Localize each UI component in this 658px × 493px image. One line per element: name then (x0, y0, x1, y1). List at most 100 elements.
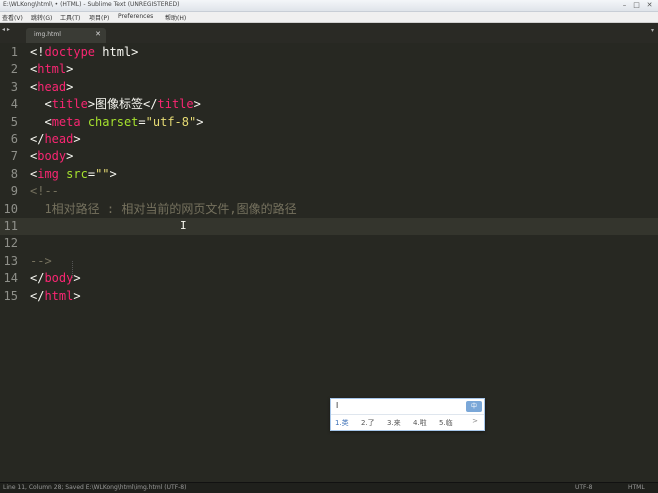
code-line[interactable]: 9 <!-- (0, 183, 658, 200)
code-token: = (138, 114, 146, 129)
code-line[interactable]: 2 <html> (0, 61, 658, 78)
ime-candidate[interactable]: 3.来 (387, 418, 401, 428)
tab-img-html[interactable]: img.html ✕ (26, 28, 106, 43)
code-token: > (73, 271, 81, 286)
code-token: <!-- (30, 184, 59, 199)
tab-scroll-arrows-icon[interactable]: ◂ ▸ (2, 26, 10, 33)
status-encoding[interactable]: UTF-8 (575, 484, 593, 491)
code-line[interactable]: 7 <body> (0, 148, 658, 165)
line-number: 13 (3, 253, 18, 268)
code-token: </ (30, 271, 45, 286)
line-number: 10 (3, 201, 18, 216)
code-line[interactable]: 15 </html> (0, 288, 658, 305)
code-text: 1相对路径 : 相对当前的网页文件,图像的路径 (30, 201, 297, 218)
text-cursor-icon: I (180, 219, 187, 232)
code-token: meta (51, 114, 81, 129)
code-line[interactable]: 5 <meta charset="utf-8"> (0, 114, 658, 131)
line-number: 11 (3, 219, 18, 233)
code-token: < (30, 97, 52, 112)
ime-candidate-window: l 中 1.类 2.了 3.来 4.啦 5.临 > (330, 398, 485, 431)
code-text: </html> (30, 288, 81, 305)
code-token: <! (30, 45, 45, 59)
ime-input-text: l (336, 401, 339, 410)
status-position: Line 11, Column 28; Saved E:\WLKong\html… (3, 484, 187, 491)
code-token: charset (87, 114, 139, 129)
ime-candidate[interactable]: 1.类 (335, 418, 349, 428)
code-token: 1相对路径 : 相对当前的网页文件,图像的路径 (30, 201, 297, 216)
tab-bar: ◂ ▸ img.html ✕ ▾ (0, 23, 658, 43)
ime-candidate[interactable]: 5.临 (439, 418, 453, 428)
menu-view[interactable]: 查看(V) (2, 13, 23, 22)
window-titlebar: E:\WLKong\html\ • (HTML) - Sublime Text … (0, 0, 658, 12)
menu-preferences[interactable]: Preferences (118, 13, 153, 20)
code-text: <meta charset="utf-8"> (30, 114, 203, 131)
line-number: 15 (3, 288, 18, 303)
code-token: > (73, 288, 81, 303)
tab-list-dropdown-icon[interactable]: ▾ (651, 27, 654, 34)
line-number: 5 (10, 114, 18, 129)
line-number: 9 (10, 184, 18, 199)
code-token: > (109, 166, 117, 181)
code-token: = (87, 166, 96, 181)
code-text: <html> (30, 61, 73, 78)
code-line[interactable]: 13 --> (0, 253, 658, 270)
line-number: 7 (10, 149, 18, 164)
indent-guide (72, 261, 73, 278)
code-text: <title>图像标签</title> (30, 96, 201, 113)
code-editor[interactable]: 15 </html> 14 </body> 13 --> 12 11 10 1相对路径 : 相对… (0, 43, 658, 480)
code-token: html (37, 62, 67, 77)
ime-candidate[interactable]: 4.啦 (413, 418, 427, 428)
status-syntax[interactable]: HTML (628, 484, 645, 491)
code-token: html> (95, 45, 139, 59)
code-token: < (30, 114, 52, 129)
code-text: <img src=""> (30, 166, 117, 183)
line-number: 3 (10, 79, 18, 94)
code-token: >图像标签</ (87, 97, 158, 112)
line-number: 12 (3, 236, 18, 251)
code-token: title (51, 97, 88, 112)
code-token: body (44, 271, 74, 286)
ime-next-page-icon[interactable]: > (472, 417, 478, 425)
code-token: --> (30, 253, 52, 268)
code-token: head (37, 79, 67, 94)
code-token: html (44, 288, 74, 303)
code-line[interactable]: 10 1相对路径 : 相对当前的网页文件,图像的路径 (0, 201, 658, 218)
line-number: 8 (10, 166, 18, 181)
code-token: > (66, 79, 74, 94)
code-token: head (44, 132, 74, 146)
code-line[interactable]: 4 <title>图像标签</title> (0, 96, 658, 113)
code-token: "utf-8" (145, 114, 197, 129)
code-token: doctype (44, 45, 96, 59)
code-line[interactable]: 8 <img src=""> (0, 166, 658, 183)
line-number: 6 (10, 132, 18, 146)
line-number: 1 (10, 45, 18, 59)
code-line[interactable]: 11 (0, 218, 658, 236)
code-line[interactable]: 6 </head> (0, 131, 658, 148)
code-token: > (66, 62, 74, 77)
code-token: > (193, 97, 201, 112)
window-title: E:\WLKong\html\ • (HTML) - Sublime Text … (3, 1, 180, 8)
close-window-button[interactable]: ✕ (645, 1, 654, 10)
code-token: src (66, 166, 88, 181)
menu-goto[interactable]: 跳转(G) (31, 13, 52, 22)
code-token: </ (30, 288, 45, 303)
ime-logo-icon[interactable]: 中 (466, 401, 482, 412)
minimize-button[interactable]: – (620, 1, 629, 10)
tab-close-icon[interactable]: ✕ (95, 30, 101, 38)
menu-bar: 查看(V) 跳转(G) 工具(T) 项目(P) Preferences 帮助(H… (0, 12, 658, 23)
code-line[interactable]: 3 <head> (0, 79, 658, 96)
code-line[interactable]: 12 (0, 235, 658, 252)
code-token: "" (95, 166, 110, 181)
menu-tools[interactable]: 工具(T) (60, 13, 80, 22)
code-token: title (157, 97, 194, 112)
code-line[interactable]: 1 <!doctype html> (0, 44, 658, 61)
menu-help[interactable]: 帮助(H) (165, 13, 186, 22)
menu-project[interactable]: 项目(P) (89, 13, 109, 22)
maximize-button[interactable]: □ (632, 1, 641, 10)
code-token: </ (30, 132, 45, 146)
code-line[interactable]: 14 </body> (0, 270, 658, 287)
code-text: --> (30, 253, 52, 270)
ime-candidate[interactable]: 2.了 (361, 418, 375, 428)
code-text: </head> (30, 131, 81, 148)
code-text: <head> (30, 79, 73, 96)
